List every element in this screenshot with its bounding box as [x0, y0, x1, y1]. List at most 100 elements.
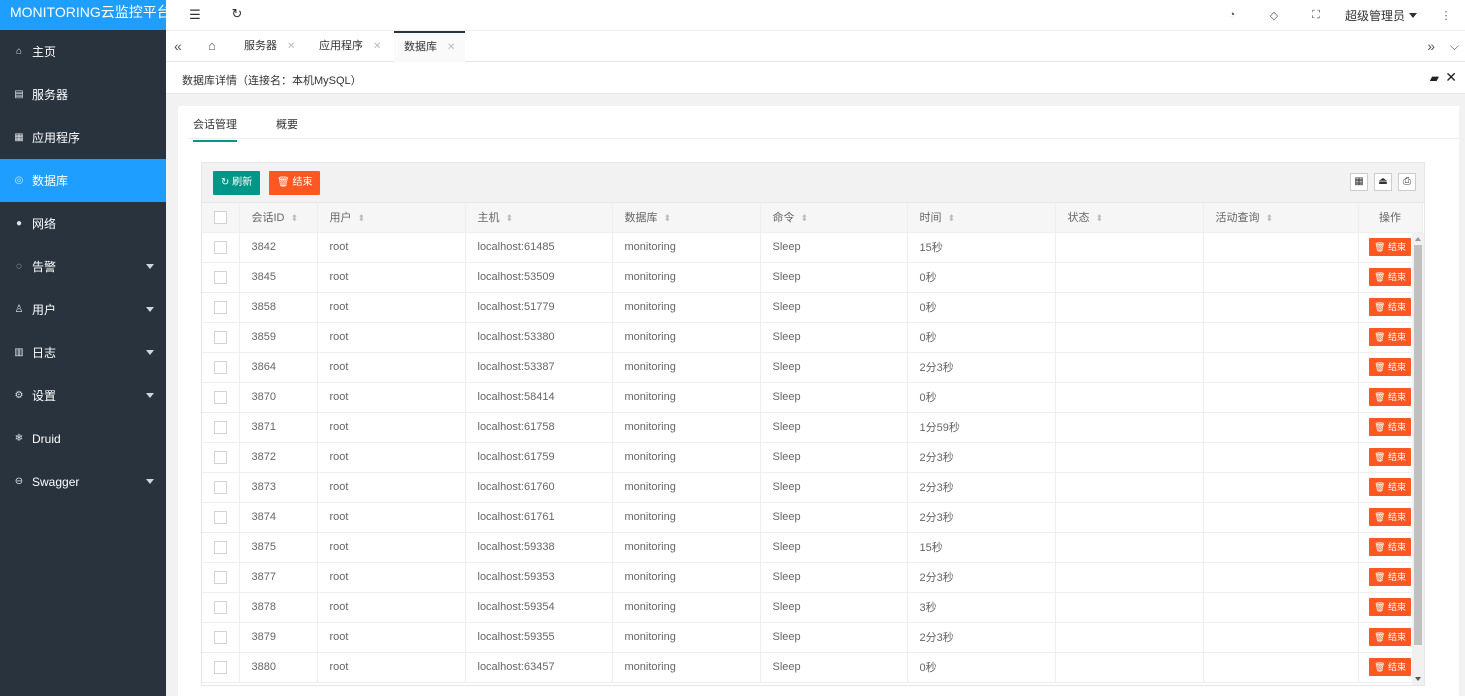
refresh-button[interactable]: ↻ 刷新 — [213, 171, 261, 195]
row-checkbox[interactable] — [213, 480, 227, 494]
end-session-button[interactable]: 🗑 结束 — [1369, 538, 1411, 556]
sidebar-item-8[interactable]: ⚙ 设置 — [0, 374, 166, 417]
tab-database[interactable]: 数据库 ✕ — [394, 31, 466, 62]
col-session-id[interactable]: 会话ID ⬍ — [239, 203, 318, 233]
row-checkbox[interactable] — [213, 600, 227, 614]
row-checkbox-cell[interactable] — [202, 262, 240, 293]
row-checkbox-cell[interactable] — [202, 652, 240, 683]
table-row[interactable]: 3864 root localhost:53387 monitoring Sleep 2分… — [202, 352, 1423, 383]
tab-server[interactable]: 服务器 ✕ — [244, 31, 295, 62]
table-row[interactable]: 3872 root localhost:61759 monitoring Sleep 2分… — [202, 442, 1423, 473]
table-row[interactable]: 3871 root localhost:61758 monitoring Sleep 1分… — [202, 412, 1423, 443]
table-row[interactable]: 3873 root localhost:61760 monitoring Sleep 2分… — [202, 472, 1423, 503]
row-checkbox[interactable] — [213, 240, 227, 254]
row-checkbox[interactable] — [213, 630, 227, 644]
end-session-button[interactable]: 🗑 结束 — [1369, 568, 1411, 586]
tabs-left-icon[interactable]: « — [174, 31, 182, 62]
close-icon[interactable]: ✕ — [287, 41, 295, 52]
tag-icon[interactable]: ◇ — [1267, 9, 1281, 22]
table-row[interactable]: 3874 root localhost:61761 monitoring Sleep 2分… — [202, 502, 1423, 533]
end-session-button[interactable]: 🗑 结束 — [1369, 478, 1411, 496]
col-active-query[interactable]: 活动查询 ⬍ — [1203, 203, 1359, 233]
end-session-button[interactable]: 🗑 结束 — [1369, 628, 1411, 646]
row-checkbox-cell[interactable] — [202, 562, 240, 593]
menu-toggle-icon[interactable]: ☰ — [188, 7, 202, 23]
close-icon[interactable]: ✕ — [373, 41, 381, 52]
export-icon[interactable]: ⏏ — [1374, 173, 1392, 191]
sidebar-item-10[interactable]: ⊖ Swagger — [0, 460, 166, 503]
table-row[interactable]: 3842 root localhost:61485 monitoring Sleep 15… — [202, 232, 1423, 263]
end-session-button[interactable]: 🗑 结束 — [1369, 238, 1411, 256]
row-checkbox-cell[interactable] — [202, 232, 240, 263]
row-checkbox[interactable] — [213, 510, 227, 524]
sort-icon[interactable]: ⬍ — [801, 213, 809, 223]
row-checkbox-cell[interactable] — [202, 532, 240, 563]
table-row[interactable]: 3875 root localhost:59338 monitoring Sleep 15… — [202, 532, 1423, 563]
row-checkbox-cell[interactable] — [202, 352, 240, 383]
sidebar-item-2[interactable]: ▦ 应用程序 — [0, 116, 166, 159]
sidebar-item-0[interactable]: ⌂ 主页 — [0, 30, 166, 73]
table-row[interactable]: 3880 root localhost:63457 monitoring Sleep 0秒… — [202, 652, 1423, 683]
table-row[interactable]: 3878 root localhost:59354 monitoring Sleep 3秒… — [202, 592, 1423, 623]
row-checkbox[interactable] — [213, 300, 227, 314]
checkbox[interactable] — [213, 210, 227, 224]
end-session-button[interactable]: 🗑 结束 — [1369, 508, 1411, 526]
row-checkbox-cell[interactable] — [202, 292, 240, 323]
row-checkbox[interactable] — [213, 660, 227, 674]
row-checkbox-cell[interactable] — [202, 592, 240, 623]
row-checkbox[interactable] — [213, 270, 227, 284]
row-checkbox-cell[interactable] — [202, 442, 240, 473]
end-session-button[interactable]: 🗑 结束 — [1369, 598, 1411, 616]
columns-icon[interactable]: ▦ — [1350, 173, 1368, 191]
end-session-button[interactable]: 🗑 结束 — [1369, 298, 1411, 316]
col-user[interactable]: 用户 ⬍ — [317, 203, 466, 233]
select-all-checkbox[interactable] — [202, 203, 240, 233]
sort-icon[interactable]: ⬍ — [1266, 213, 1274, 223]
sort-icon[interactable]: ⬍ — [291, 213, 299, 223]
theme-icon[interactable]: ◔ — [1225, 9, 1239, 21]
end-session-button[interactable]: 🗑 结束 — [1369, 658, 1411, 676]
sidebar-item-4[interactable]: ● 网络 — [0, 202, 166, 245]
row-checkbox-cell[interactable] — [202, 322, 240, 353]
sort-icon[interactable]: ⬍ — [358, 213, 366, 223]
end-button[interactable]: 🗑 结束 — [269, 171, 321, 195]
col-host[interactable]: 主机 ⬍ — [465, 203, 613, 233]
end-session-button[interactable]: 🗑 结束 — [1369, 448, 1411, 466]
col-time[interactable]: 时间 ⬍ — [907, 203, 1056, 233]
table-scrollbar[interactable] — [1412, 233, 1424, 685]
sort-icon[interactable]: ⬍ — [948, 213, 956, 223]
col-command[interactable]: 命令 ⬍ — [760, 203, 908, 233]
maximize-icon[interactable]: ▰ — [1430, 71, 1439, 85]
home-tab-icon[interactable]: ⌂ — [208, 31, 216, 62]
scroll-up-icon[interactable] — [1415, 237, 1421, 241]
table-row[interactable]: 3845 root localhost:53509 monitoring Sleep 0秒… — [202, 262, 1423, 293]
fullscreen-icon[interactable]: ⛶ — [1309, 9, 1323, 22]
user-menu[interactable]: 超级管理员 — [1345, 7, 1417, 24]
row-checkbox[interactable] — [213, 540, 227, 554]
end-session-button[interactable]: 🗑 结束 — [1369, 328, 1411, 346]
row-checkbox-cell[interactable] — [202, 622, 240, 653]
close-icon[interactable]: ✕ — [447, 42, 455, 53]
scroll-thumb[interactable] — [1414, 245, 1422, 645]
table-row[interactable]: 3879 root localhost:59355 monitoring Sleep 2分… — [202, 622, 1423, 653]
sidebar-item-1[interactable]: ▤ 服务器 — [0, 73, 166, 116]
tabs-menu-icon[interactable]: ⌵ — [1450, 31, 1459, 62]
row-checkbox[interactable] — [213, 390, 227, 404]
sidebar-item-7[interactable]: ▥ 日志 — [0, 331, 166, 374]
row-checkbox-cell[interactable] — [202, 502, 240, 533]
table-row[interactable]: 3877 root localhost:59353 monitoring Sleep 2分… — [202, 562, 1423, 593]
row-checkbox[interactable] — [213, 420, 227, 434]
tab-application[interactable]: 应用程序 ✕ — [319, 31, 381, 62]
sort-icon[interactable]: ⬍ — [506, 213, 514, 223]
end-session-button[interactable]: 🗑 结束 — [1369, 358, 1411, 376]
tab-overview[interactable]: 概要 — [276, 116, 298, 132]
table-row[interactable]: 3859 root localhost:53380 monitoring Sleep 0秒… — [202, 322, 1423, 353]
row-checkbox-cell[interactable] — [202, 472, 240, 503]
sort-icon[interactable]: ⬍ — [664, 213, 672, 223]
tabs-right-icon[interactable]: » — [1427, 31, 1435, 62]
more-icon[interactable]: ⋮ — [1439, 9, 1453, 22]
end-session-button[interactable]: 🗑 结束 — [1369, 388, 1411, 406]
end-session-button[interactable]: 🗑 结束 — [1369, 268, 1411, 286]
row-checkbox-cell[interactable] — [202, 382, 240, 413]
table-row[interactable]: 3870 root localhost:58414 monitoring Sleep 0秒… — [202, 382, 1423, 413]
